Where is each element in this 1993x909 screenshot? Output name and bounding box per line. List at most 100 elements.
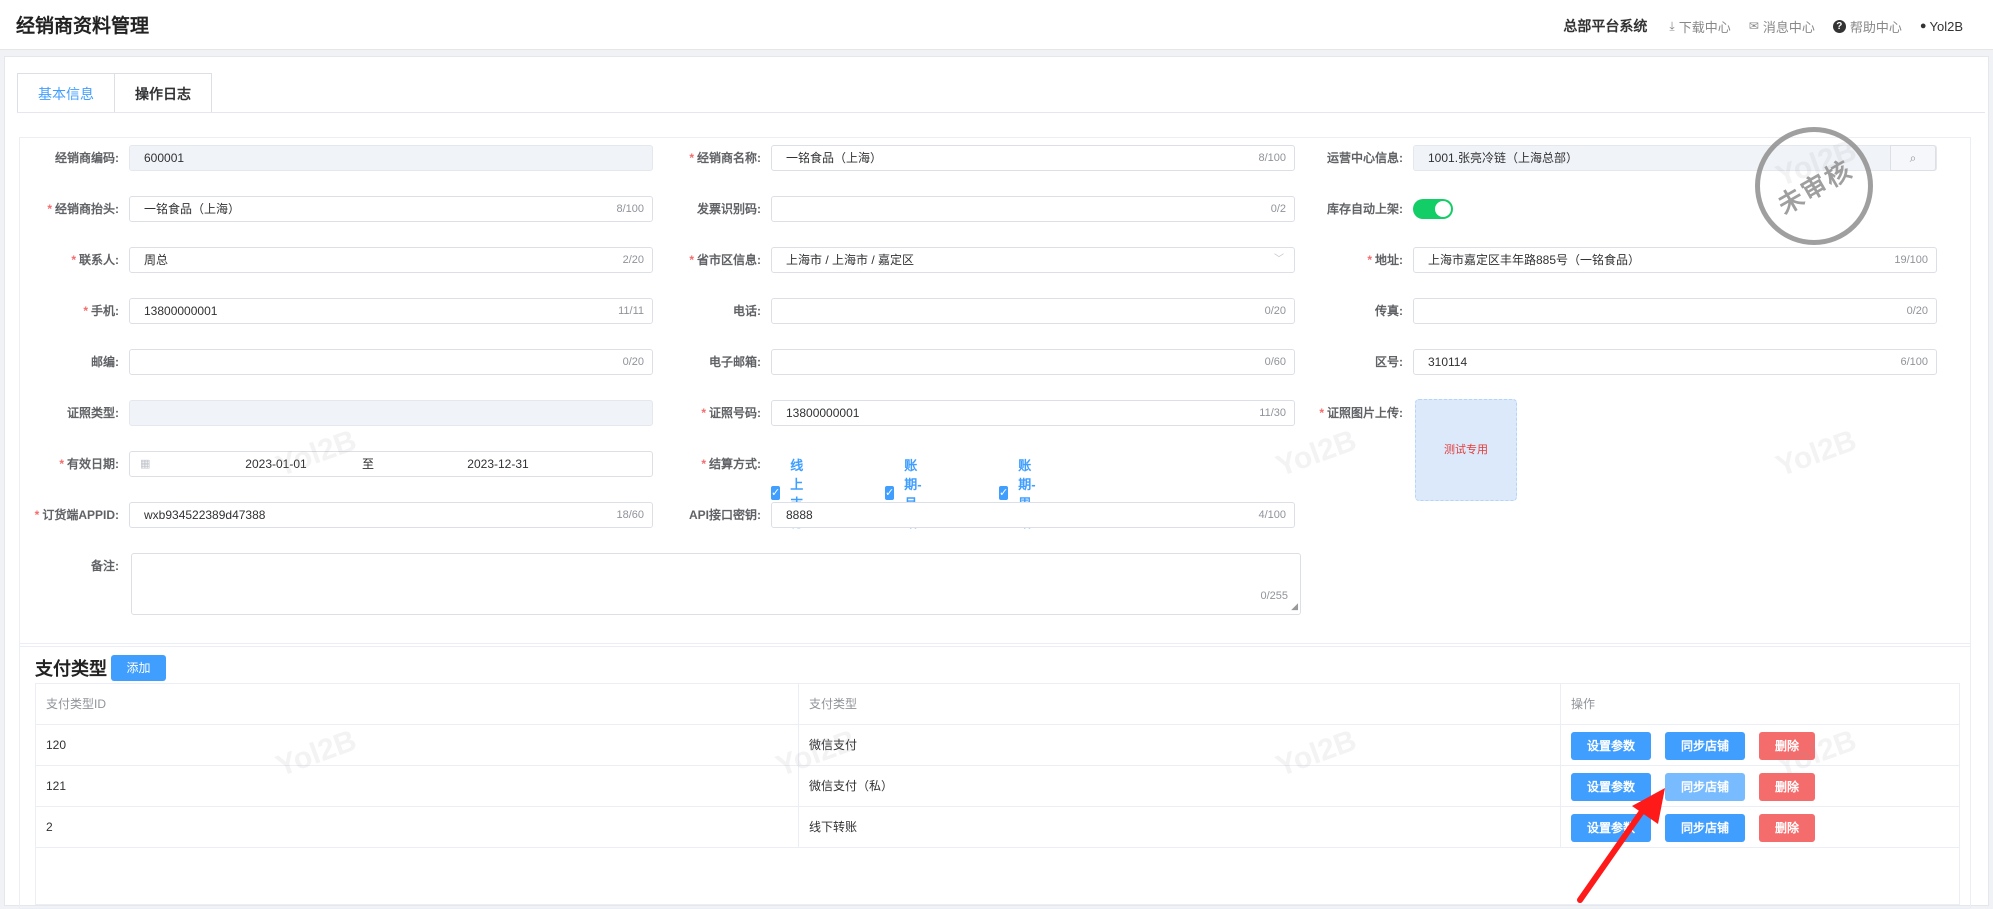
area-code-count: 6/100 [1900,356,1928,368]
mobile-input[interactable]: 13800000001 11/11 [129,298,653,324]
dealer-code-label: 经销商编码: [55,151,119,165]
download-icon: ⤓ [1669,18,1675,33]
settlement-label: * 结算方式: [701,457,761,471]
col-actions: 操作 [1560,684,1595,724]
search-icon[interactable]: ⌕ [1890,145,1936,171]
table-row: 120 微信支付 设置参数 同步店铺 删除 [36,725,1959,766]
col-payment-id: 支付类型ID [46,697,107,711]
sync-store-button[interactable]: 同步店铺 [1665,732,1745,760]
fax-count: 0/20 [1906,305,1928,317]
remark-count: 0/255 [1260,590,1288,602]
top-bar: 经销商资料管理 总部平台系统 ⤓ 下载中心 ✉ 消息中心 ? 帮助中心 ● Yo… [0,0,1993,50]
valid-date-start[interactable]: 2023-01-01 [226,452,326,476]
payment-id-cell: 121 [46,779,67,793]
help-icon: ? [1832,19,1846,33]
check-icon: ✓ [885,486,895,500]
valid-date-end[interactable]: 2023-12-31 [448,452,548,476]
message-center-label: 消息中心 [1762,19,1815,35]
calendar-icon: ▦ [140,458,151,470]
api-key-label: API接口密钥: [688,508,761,522]
invoice-code-label: 发票识别码: [697,202,761,216]
cert-type-label: 证照类型: [67,406,119,420]
area-code-label: 区号: [1375,355,1403,369]
email-input[interactable]: 0/60 [771,349,1295,375]
help-center-link[interactable]: ? 帮助中心 [1832,17,1902,36]
valid-date-separator: 至 [362,457,375,471]
tab-bar: 基本信息 操作日志 [17,73,212,113]
delete-button[interactable]: 删除 [1759,732,1815,760]
appid-count: 18/60 [616,509,644,521]
payment-title: 支付类型 [35,659,107,679]
add-payment-button[interactable]: 添加 [111,655,166,681]
chevron-down-icon: ﹀ [1274,254,1284,265]
cert-no-input[interactable]: 13800000001 11/30 [771,400,1295,426]
phone-count: 0/20 [1264,305,1286,317]
auto-shelf-switch[interactable] [1413,199,1453,219]
user-name: Yol2B [1929,18,1964,34]
api-key-input[interactable]: 8888 4/100 [771,502,1295,528]
contact-input[interactable]: 周总 2/20 [129,247,653,273]
user-menu[interactable]: ● Yol2B [1920,19,1963,34]
system-name: 总部平台系统 [1563,18,1648,34]
auto-shelf-label: 库存自动上架: [1327,202,1403,216]
appid-label: * 订货端APPID: [34,508,119,522]
payment-id-cell: 2 [46,820,53,834]
delete-button[interactable]: 删除 [1759,814,1815,842]
address-label: * 地址: [1367,253,1403,267]
region-label: * 省市区信息: [689,253,761,267]
main-card: 基本信息 操作日志 经销商编码: 600001 * 经销商名称: 一铭食品（上海）… [4,56,1989,909]
api-key-count: 4/100 [1258,509,1286,521]
remark-label: 备注: [91,559,119,573]
message-center-link[interactable]: ✉ 消息中心 [1749,17,1815,36]
mobile-label: * 手机: [83,304,119,318]
payment-type-cell: 微信支付 [798,725,857,765]
delete-button[interactable]: 删除 [1759,773,1815,801]
payment-type-cell: 线下转账 [798,807,857,847]
payment-type-cell: 微信支付（私） [798,766,893,806]
remark-textarea[interactable]: 0/255 ◢ [131,553,1301,615]
ops-center-label: 运营中心信息: [1327,151,1403,165]
dealer-name-input[interactable]: 一铭食品（上海） 8/100 [771,145,1295,171]
tab-basic-info[interactable]: 基本信息 [17,73,115,113]
page-title: 经销商资料管理 [16,16,150,37]
dealer-name-count: 8/100 [1258,152,1286,164]
phone-label: 电话: [733,304,761,318]
tab-operation-log[interactable]: 操作日志 [115,73,212,113]
postcode-label: 邮编: [91,355,119,369]
area-code-input[interactable]: 310114 6/100 [1413,349,1937,375]
top-right-nav: 总部平台系统 ⤓ 下载中心 ✉ 消息中心 ? 帮助中心 ● Yol2B [1563,16,1963,36]
download-center-link[interactable]: ⤓ 下载中心 [1669,17,1730,36]
email-count: 0/60 [1264,356,1286,368]
contact-label: * 联系人: [71,253,119,267]
annotation-arrow-icon [1577,788,1665,903]
cert-no-label: * 证照号码: [701,406,761,420]
fax-input[interactable]: 0/20 [1413,298,1937,324]
cert-image-upload[interactable]: 测试专用 [1415,399,1517,501]
fax-label: 传真: [1375,304,1403,318]
dealer-header-label: * 经销商抬头: [47,202,119,216]
mail-icon: ✉ [1748,19,1759,33]
dealer-code-input[interactable]: 600001 [129,145,653,171]
resize-handle-icon[interactable]: ◢ [1291,601,1298,612]
check-icon: ✓ [771,486,781,500]
dealer-header-count: 8/100 [616,203,644,215]
postcode-input[interactable]: 0/20 [129,349,653,375]
appid-input[interactable]: wxb934522389d47388 18/60 [129,502,653,528]
invoice-code-input[interactable]: 0/2 [771,196,1295,222]
col-payment-type: 支付类型 [798,684,857,724]
valid-date-range[interactable]: ▦ 2023-01-01 至 2023-12-31 [129,451,653,477]
payment-id-cell: 120 [46,738,67,752]
contact-count: 2/20 [622,254,644,266]
invoice-code-count: 0/2 [1270,203,1286,215]
table-header: 支付类型ID 支付类型 操作 [36,684,1959,725]
region-select[interactable]: 上海市 / 上海市 / 嘉定区 ﹀ [771,247,1295,273]
dealer-header-input[interactable]: 一铭食品（上海） 8/100 [129,196,653,222]
phone-input[interactable]: 0/20 [771,298,1295,324]
address-count: 19/100 [1894,254,1928,266]
set-params-button[interactable]: 设置参数 [1571,732,1651,760]
cert-type-input[interactable] [129,400,653,426]
postcode-count: 0/20 [622,356,644,368]
download-center-label: 下载中心 [1678,19,1731,35]
unreviewed-stamp: 未审核 [1755,127,1873,245]
address-input[interactable]: 上海市嘉定区丰年路885号（一铭食品） 19/100 [1413,247,1937,273]
